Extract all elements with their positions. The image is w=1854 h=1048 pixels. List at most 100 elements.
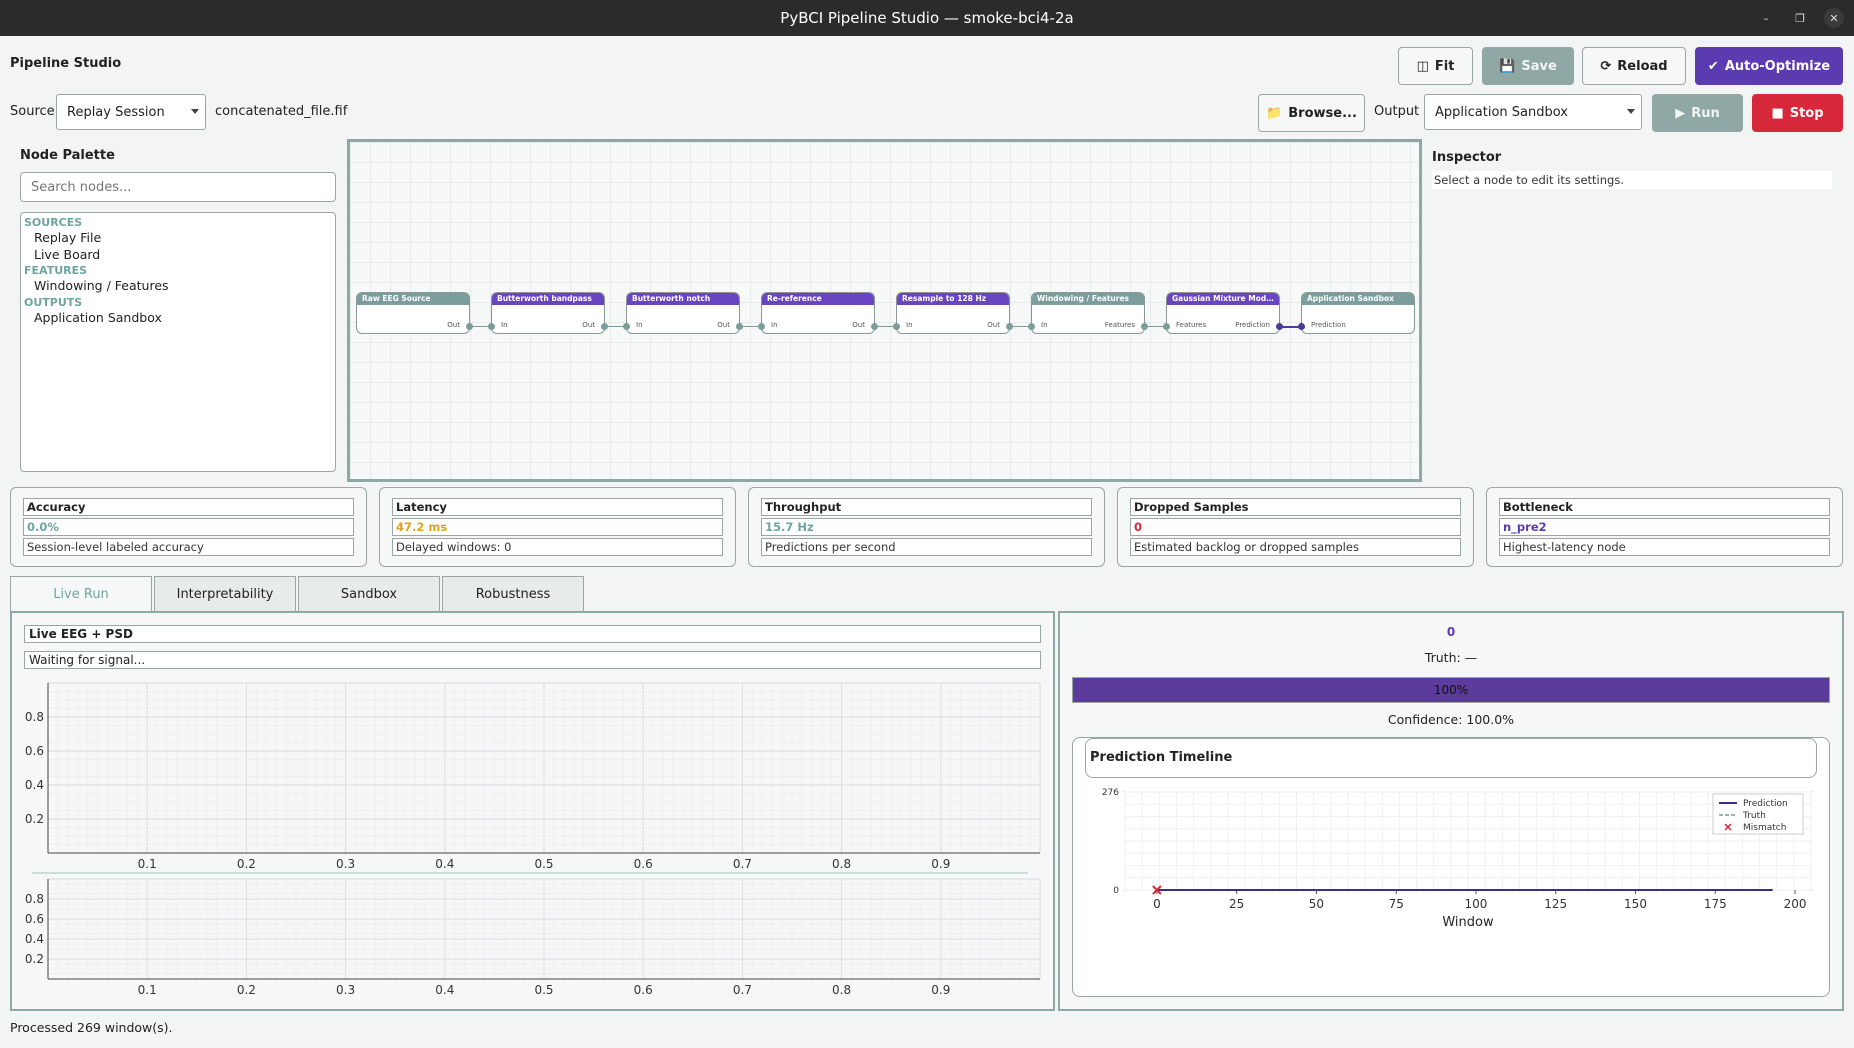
x-tick-label: 100	[1465, 897, 1488, 911]
inspector-hint: Select a node to edit its settings.	[1432, 171, 1832, 189]
metric-description: Predictions per second	[761, 538, 1092, 556]
metric-description: Session-level labeled accuracy	[23, 538, 354, 556]
x-tick-label: 0.1	[138, 983, 157, 997]
fit-button[interactable]: ◫ Fit	[1398, 47, 1473, 85]
auto-optimize-button[interactable]: ✔ Auto-Optimize	[1695, 47, 1843, 85]
timeline-title: Prediction Timeline	[1085, 738, 1817, 778]
tab-robustness[interactable]: Robustness	[442, 576, 584, 612]
tree-item-replay-file[interactable]: Replay File	[24, 230, 332, 247]
node-input-port-label: In	[1041, 321, 1048, 329]
pipeline-node[interactable]: Butterworth bandpass In Out	[491, 292, 605, 334]
legend-label-truth: Truth	[1742, 811, 1766, 821]
x-tick-label: 0.3	[336, 857, 355, 871]
metric-title: Latency	[392, 498, 723, 516]
pipeline-node[interactable]: Windowing / Features In Features	[1031, 292, 1145, 334]
x-tick-label: 75	[1389, 897, 1404, 911]
output-label: Output	[1374, 104, 1420, 119]
metric-title: Bottleneck	[1499, 498, 1830, 516]
x-tick-label: 0.7	[733, 983, 752, 997]
palette-title: Node Palette	[20, 148, 115, 163]
tree-item-windowing[interactable]: Windowing / Features	[24, 278, 332, 295]
metric-description: Highest-latency node	[1499, 538, 1830, 556]
status-bar: Processed 269 window(s).	[10, 1020, 173, 1035]
stop-button[interactable]: ■ Stop	[1752, 94, 1843, 132]
close-icon[interactable]: ✕	[1824, 8, 1844, 28]
x-tick-label: 150	[1624, 897, 1647, 911]
chevron-down-icon	[1627, 109, 1635, 114]
metric-title: Throughput	[761, 498, 1092, 516]
node-title: Butterworth notch	[627, 293, 739, 305]
pipeline-node[interactable]: Butterworth notch In Out	[626, 292, 740, 334]
tab-live-run[interactable]: Live Run	[10, 576, 152, 612]
metric-title: Dropped Samples	[1130, 498, 1461, 516]
tab-sandbox[interactable]: Sandbox	[298, 576, 440, 612]
window-titlebar: PyBCI Pipeline Studio — smoke-bci4-2a – …	[0, 0, 1854, 36]
node-output-port-label: Prediction	[1235, 321, 1270, 329]
psd-plot: 0.1 0.2 0.3 0.4 0.5 0.6 0.7 0.8 0.9 0.2 0.4 0.6 0.8	[25, 878, 1041, 997]
node-output-port-label: Out	[717, 321, 730, 329]
node-title: Windowing / Features	[1032, 293, 1144, 305]
pipeline-canvas[interactable]: Raw EEG Source Out Butterworth bandpass In O…	[347, 139, 1422, 482]
x-tick-label: 0.8	[832, 857, 851, 871]
y-tick-label: 0.2	[25, 812, 44, 826]
node-search-input[interactable]	[20, 172, 336, 202]
inspector-panel: Inspector Select a node to edit its sett…	[1432, 150, 1832, 189]
connection-wire	[875, 326, 896, 327]
prediction-panel: 0 Truth: — 100% Confidence: 100.0% Predi…	[1058, 611, 1844, 1011]
y-tick-label: 0	[1113, 886, 1119, 896]
maximize-icon[interactable]: ❐	[1790, 8, 1810, 28]
eeg-trace-plot: 0.1 0.2 0.3 0.4 0.5 0.6 0.7 0.8 0.9 0.2 0.4 0.6 0.8	[25, 682, 1041, 871]
pipeline-node[interactable]: Gaussian Mixture Model ... Features Predic…	[1166, 292, 1280, 334]
save-button[interactable]: 💾 Save	[1482, 47, 1574, 85]
browse-button[interactable]: 📁 Browse...	[1258, 94, 1365, 132]
minimize-icon[interactable]: –	[1756, 8, 1776, 28]
fit-icon: ◫	[1416, 58, 1429, 74]
node-title: Raw EEG Source	[357, 293, 469, 305]
inspector-title: Inspector	[1432, 150, 1502, 165]
x-tick-label: 0	[1153, 897, 1161, 911]
app-title: Pipeline Studio	[10, 56, 122, 71]
metric-title: Accuracy	[23, 498, 354, 516]
live-title: Live EEG + PSD	[24, 625, 1041, 643]
stop-icon: ■	[1771, 105, 1784, 121]
prediction-value: 0	[1446, 625, 1456, 639]
pipeline-node[interactable]: Re-reference In Out	[761, 292, 875, 334]
x-tick-label: 0.5	[534, 857, 553, 871]
y-tick-label: 0.4	[25, 778, 44, 792]
node-title: Application Sandbox	[1302, 293, 1414, 305]
tab-interpretability[interactable]: Interpretability	[154, 576, 296, 612]
pipeline-node[interactable]: Resample to 128 Hz In Out	[896, 292, 1010, 334]
run-button[interactable]: ▶ Run	[1652, 94, 1743, 132]
floppy-icon: 💾	[1499, 58, 1516, 74]
output-select[interactable]: Application Sandbox	[1424, 94, 1642, 130]
x-tick-label: 125	[1544, 897, 1567, 911]
eeg-psd-chart: 0.1 0.2 0.3 0.4 0.5 0.6 0.7 0.8 0.90.20.40.60.80…	[25, 682, 1041, 997]
x-tick-label: 0.5	[534, 983, 553, 997]
metric-value: 15.7 Hz	[761, 518, 1092, 536]
live-eeg-panel: Live EEG + PSD Waiting for signal... 0.1…	[10, 611, 1055, 1011]
legend-label-mismatch: Mismatch	[1743, 823, 1786, 833]
node-input-port-label: Prediction	[1311, 321, 1346, 329]
legend-label-prediction: Prediction	[1743, 799, 1788, 809]
source-file: concatenated_file.fif	[215, 104, 348, 119]
pipeline-node[interactable]: Application Sandbox Prediction	[1301, 292, 1415, 334]
metric-value: n_pre2	[1499, 518, 1830, 536]
x-axis-label: Window	[1442, 915, 1494, 930]
node-input-port-label: In	[636, 321, 643, 329]
source-select[interactable]: Replay Session	[56, 94, 206, 130]
x-tick-label: 0.9	[931, 983, 950, 997]
source-label: Source	[10, 104, 55, 119]
tree-item-live-board[interactable]: Live Board	[24, 247, 332, 264]
connection-wire	[605, 326, 626, 327]
node-output-port-label: Out	[582, 321, 595, 329]
y-tick-label: 0.6	[25, 912, 44, 926]
y-tick-label: 0.2	[25, 952, 44, 966]
node-palette: Node Palette SOURCES Replay File Live Bo…	[10, 140, 340, 475]
reload-button[interactable]: ⟳ Reload	[1582, 47, 1686, 85]
pipeline-node[interactable]: Raw EEG Source Out	[356, 292, 470, 334]
tree-item-application-sandbox[interactable]: Application Sandbox	[24, 310, 332, 327]
chart-legend: Prediction Truth Mismatch	[1712, 793, 1804, 835]
x-tick-label: 0.4	[435, 983, 454, 997]
confidence-label: Confidence: 100.0%	[1387, 712, 1515, 727]
tree-category: SOURCES	[24, 216, 83, 229]
